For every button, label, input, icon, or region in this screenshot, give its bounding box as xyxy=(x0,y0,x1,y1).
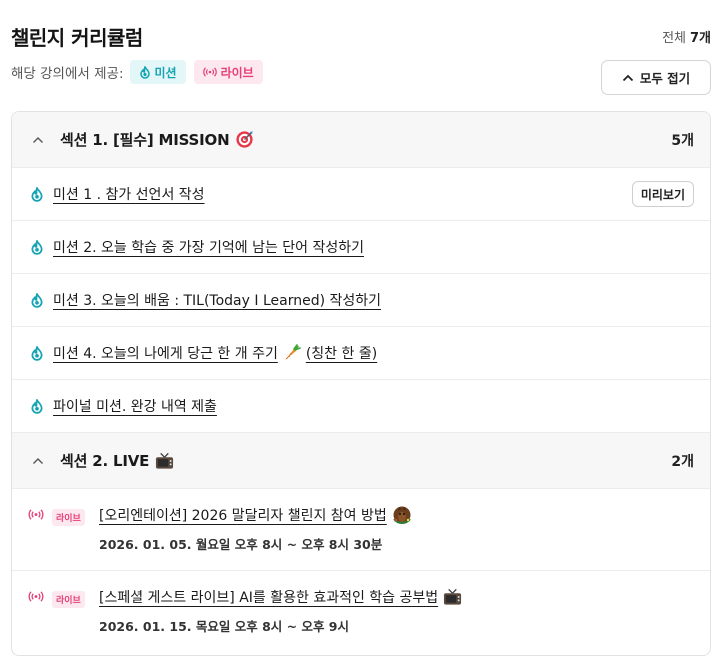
lesson-title[interactable]: 미션 1 . 참가 선언서 작성 xyxy=(53,184,632,204)
lesson-item[interactable]: 미션 2. 오늘 학습 중 가장 기억에 남는 단어 작성하기 xyxy=(12,221,710,274)
chevron-up-icon xyxy=(622,74,634,82)
horse-icon xyxy=(392,505,412,525)
lesson-title-suffix: (칭찬 한 줄) xyxy=(305,346,378,362)
live-title-text: [오리엔테이션] 2026 말달리자 챌린지 참여 방법 xyxy=(99,508,387,524)
live-title-text: [스페셜 게스트 라이브] AI를 활용한 효과적인 학습 공부법 xyxy=(99,590,439,606)
broadcast-icon xyxy=(28,509,44,520)
live-item[interactable]: 라이브 [스페셜 게스트 라이브] AI를 활용한 효과적인 학습 공부법 20… xyxy=(12,571,710,653)
mission-chip-label: 미션 xyxy=(154,65,177,80)
lesson-item[interactable]: 미션 4. 오늘의 나에게 당근 한 개 주기 (칭찬 한 줄) xyxy=(12,327,710,380)
section-title: 섹션 1. [필수] MISSION xyxy=(60,129,671,150)
section-header-2[interactable]: 섹션 2. LIVE 2개 xyxy=(12,433,710,489)
broadcast-icon xyxy=(202,67,217,77)
total-label: 전체 xyxy=(662,31,686,46)
live-body: [오리엔테이션] 2026 말달리자 챌린지 참여 방법 2026. 01. 0… xyxy=(99,505,694,570)
tv-icon xyxy=(155,452,174,470)
flame-icon xyxy=(30,345,44,361)
curriculum-header: 챌린지 커리큘럼 전체 7개 해당 강의에서 제공: 미션 라이브 모두 접기 xyxy=(11,20,711,100)
lesson-title[interactable]: 파이널 미션. 완강 내역 제출 xyxy=(53,396,694,416)
live-body: [스페셜 게스트 라이브] AI를 활용한 효과적인 학습 공부법 2026. … xyxy=(99,587,694,653)
live-title[interactable]: [오리엔테이션] 2026 말달리자 챌린지 참여 방법 xyxy=(99,505,694,525)
live-item-left: 라이브 xyxy=(28,587,99,653)
lesson-title[interactable]: 미션 3. 오늘의 배움 : TIL(Today I Learned) 작성하기 xyxy=(53,290,694,310)
section-title: 섹션 2. LIVE xyxy=(60,450,671,471)
lesson-item[interactable]: 파이널 미션. 완강 내역 제출 xyxy=(12,380,710,433)
live-item[interactable]: 라이브 [오리엔테이션] 2026 말달리자 챌린지 참여 방법 2026. 0… xyxy=(12,489,710,571)
provided-types: 해당 강의에서 제공: 미션 라이브 xyxy=(11,60,271,84)
broadcast-icon xyxy=(28,591,44,602)
flame-icon xyxy=(30,186,44,202)
collapse-all-button[interactable]: 모두 접기 xyxy=(601,60,711,95)
carrot-icon xyxy=(283,344,301,362)
live-date: 2026. 01. 05. 월요일 오후 8시 ~ 오후 8시 30분 xyxy=(99,537,383,552)
live-tag: 라이브 xyxy=(52,591,85,608)
page-title: 챌린지 커리큘럼 xyxy=(11,26,143,50)
live-tag: 라이브 xyxy=(52,509,85,526)
lesson-item[interactable]: 미션 1 . 참가 선언서 작성 미리보기 xyxy=(12,168,710,221)
lesson-title-text: 미션 4. 오늘의 나에게 당근 한 개 주기 xyxy=(53,346,278,362)
section-header-1[interactable]: 섹션 1. [필수] MISSION 5개 xyxy=(12,112,710,168)
section-title-text: 섹션 1. [필수] MISSION xyxy=(60,131,230,149)
preview-button[interactable]: 미리보기 xyxy=(631,181,694,207)
section-count: 5개 xyxy=(671,132,694,149)
section-title-text: 섹션 2. LIVE xyxy=(60,452,150,470)
live-chip: 라이브 xyxy=(193,60,263,84)
collapse-all-label: 모두 접기 xyxy=(639,71,691,86)
flame-icon xyxy=(30,292,44,308)
flame-icon xyxy=(139,65,151,79)
lesson-item[interactable]: 미션 3. 오늘의 배움 : TIL(Today I Learned) 작성하기 xyxy=(12,274,710,327)
live-item-left: 라이브 xyxy=(28,505,99,570)
live-date: 2026. 01. 15. 목요일 오후 8시 ~ 오후 9시 xyxy=(99,619,350,634)
live-title[interactable]: [스페셜 게스트 라이브] AI를 활용한 효과적인 학습 공부법 xyxy=(99,587,694,607)
section-count: 2개 xyxy=(671,453,694,470)
provided-label: 해당 강의에서 제공: xyxy=(11,66,124,82)
total-count-value: 7개 xyxy=(689,31,711,46)
mission-chip: 미션 xyxy=(129,60,186,84)
curriculum-list: 섹션 1. [필수] MISSION 5개 미션 1 . 참가 선언서 작성 미… xyxy=(11,111,711,656)
target-icon xyxy=(235,130,254,149)
lesson-title[interactable]: 미션 4. 오늘의 나에게 당근 한 개 주기 (칭찬 한 줄) xyxy=(53,343,694,363)
chevron-up-icon xyxy=(32,457,44,465)
total-count: 전체 7개 xyxy=(662,27,711,46)
live-chip-label: 라이브 xyxy=(220,65,254,80)
lesson-title[interactable]: 미션 2. 오늘 학습 중 가장 기억에 남는 단어 작성하기 xyxy=(53,237,694,257)
tv-icon xyxy=(443,588,462,606)
chevron-up-icon xyxy=(32,136,44,144)
flame-icon xyxy=(30,239,44,255)
flame-icon xyxy=(30,398,44,414)
